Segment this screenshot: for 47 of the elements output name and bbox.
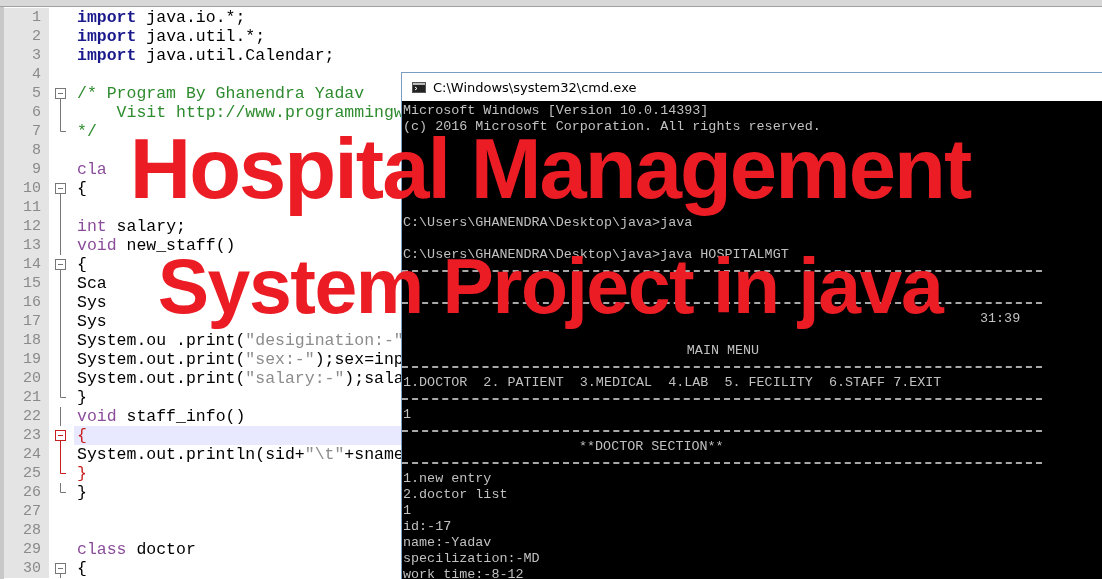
line-number: 16 bbox=[4, 293, 49, 312]
console-line: id:-17 bbox=[403, 519, 452, 534]
line-number: 27 bbox=[4, 502, 49, 521]
line-number: 1 bbox=[4, 8, 49, 27]
console-line: Microsoft Windows [Version 10.0.14393] bbox=[403, 103, 709, 118]
line-number: 15 bbox=[4, 274, 49, 293]
console-line: 1.new entry bbox=[403, 471, 492, 486]
fold-minus-icon[interactable] bbox=[55, 183, 66, 198]
fold-minus-icon[interactable] bbox=[55, 259, 66, 274]
line-number: 13 bbox=[4, 236, 49, 255]
console-line: 1.DOCTOR 2. PATIENT 3.MEDICAL 4.LAB 5. FECILITY 6.STAFF 7.EXIT bbox=[403, 375, 942, 390]
line-number: 21 bbox=[4, 388, 49, 407]
line-number: 20 bbox=[4, 369, 49, 388]
console-line: 1 bbox=[403, 407, 412, 422]
line-number: 4 bbox=[4, 65, 49, 84]
line-number: 12 bbox=[4, 217, 49, 236]
line-number: 6 bbox=[4, 103, 49, 122]
line-number: 7 bbox=[4, 122, 49, 141]
line-number: 5 bbox=[4, 84, 49, 103]
line-number: 9 bbox=[4, 160, 49, 179]
line-number: 28 bbox=[4, 521, 49, 540]
line-number: 17 bbox=[4, 312, 49, 331]
console-icon bbox=[412, 81, 426, 93]
console-line: (c) 2016 Microsoft Corporation. All rights reserved. bbox=[403, 119, 821, 134]
line-number: 30 bbox=[4, 559, 49, 578]
line-number: 29 bbox=[4, 540, 49, 559]
line-number: 10 bbox=[4, 179, 49, 198]
fold-minus-icon[interactable] bbox=[55, 430, 66, 445]
line-number: 26 bbox=[4, 483, 49, 502]
line-number: 19 bbox=[4, 350, 49, 369]
line-number: 23 bbox=[4, 426, 49, 445]
line-number: 14 bbox=[4, 255, 49, 274]
fold-minus-icon[interactable] bbox=[55, 88, 66, 103]
line-number: 3 bbox=[4, 46, 49, 65]
line-number: 2 bbox=[4, 27, 49, 46]
console-line: 2.doctor list bbox=[403, 487, 508, 502]
console-line: C:\Users\GHANENDRA\Desktop\java>java bbox=[403, 215, 693, 230]
console-line: work time:-8-12 bbox=[403, 567, 524, 579]
line-number: 25 bbox=[4, 464, 49, 483]
line-number: 8 bbox=[4, 141, 49, 160]
line-number: 22 bbox=[4, 407, 49, 426]
line-number: 18 bbox=[4, 331, 49, 350]
fold-minus-icon[interactable] bbox=[55, 563, 66, 578]
line-number: 11 bbox=[4, 198, 49, 217]
console-line: 1 bbox=[403, 503, 412, 518]
line-number: 24 bbox=[4, 445, 49, 464]
console-line: 31:39 bbox=[980, 311, 1021, 326]
